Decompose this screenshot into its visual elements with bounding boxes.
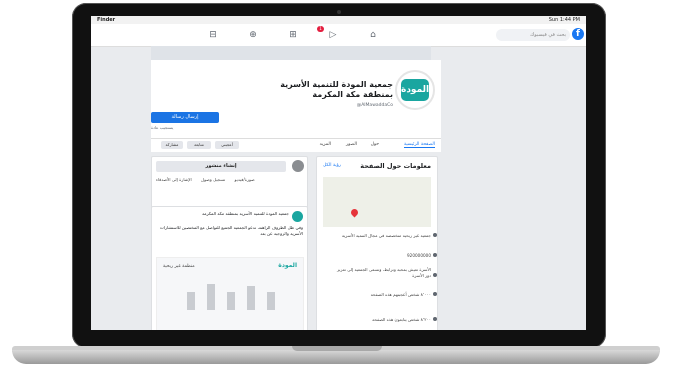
post-image-logo: المودة xyxy=(278,262,297,269)
notification-badge: 1 xyxy=(317,26,324,32)
post-image-label: منظمة غير ربحية xyxy=(163,264,195,269)
cover-photo xyxy=(151,46,431,60)
about-mission: الأسرة تعيش بمحبة وترابط، وتسعى الجمعية … xyxy=(331,267,437,278)
video-icon[interactable]: ▷ xyxy=(327,29,339,41)
post-author[interactable]: جمعية المودة للتنمية الأسرية بمنطقة مكة … xyxy=(169,211,289,216)
facebook-nav: ⊟ ⊕ ⊞ ▷ 1 ⌂ بحث في فيسبوك f xyxy=(91,24,586,47)
groups-icon[interactable]: ⊕ xyxy=(247,29,259,41)
tag-friends-option[interactable]: الإشارة إلى الأصدقاء xyxy=(156,177,192,182)
info-icon xyxy=(433,233,437,237)
about-description: جمعية غير ربحية متخصصة في مجال التنمية ا… xyxy=(331,233,437,239)
post-image[interactable]: المودة منظمة غير ربحية xyxy=(156,257,304,330)
create-post-button[interactable]: إنشاء منشور xyxy=(156,161,286,172)
post-avatar[interactable] xyxy=(292,211,303,222)
screen: Finder Sun 1:44 PM ⊟ ⊕ ⊞ ▷ 1 ⌂ بحث في في… xyxy=(91,16,586,330)
phone-icon xyxy=(433,253,437,257)
tab-about[interactable]: حول xyxy=(371,142,379,147)
follow-button[interactable]: متابعة xyxy=(187,141,211,149)
like-icon xyxy=(433,292,437,296)
about-followers: ٨٬٢٠٠ شخص يتابعون هذه الصفحة xyxy=(331,317,437,323)
search-input[interactable]: بحث في فيسبوك xyxy=(496,29,570,41)
image-figure xyxy=(207,284,215,310)
info-icon xyxy=(433,272,437,277)
page-header: المودة جمعية المودة للتنمية الأسرية بمنط… xyxy=(151,60,441,138)
map-pin-icon xyxy=(349,207,360,218)
image-figure xyxy=(247,286,255,310)
post-text: وفي ظل الظروف الراهنة، تدعو الجمعية الجم… xyxy=(159,225,303,236)
page-title: جمعية المودة للتنمية الأسرية بمنطقة مكة … xyxy=(280,80,393,99)
about-title: معلومات حول الصفحة xyxy=(360,162,431,170)
image-figure xyxy=(267,292,275,310)
menubar-app[interactable]: Finder xyxy=(97,17,115,23)
image-figure xyxy=(187,292,195,310)
tab-home[interactable]: الصفحة الرئيسية xyxy=(403,142,435,148)
about-card: معلومات حول الصفحة رؤية الكل جمعية غير ر… xyxy=(316,156,438,330)
menubar-status: Sun 1:44 PM xyxy=(548,17,580,23)
send-message-button[interactable]: إرسال رسالة xyxy=(151,112,219,123)
post-card: جمعية المودة للتنمية الأسرية بمنطقة مكة … xyxy=(151,206,308,330)
page-avatar[interactable]: المودة xyxy=(395,70,435,110)
camera xyxy=(337,10,341,14)
response-note: يستجيب عادة xyxy=(151,125,174,130)
create-post-options: صورة/فيديو تسجيل وصول الإشارة إلى الأصدق… xyxy=(156,177,306,182)
page-handle[interactable]: @AlMawaddaCo xyxy=(263,103,393,108)
about-likes: ٨٬٠٠٠ شخص أعجبتهم هذه الصفحة xyxy=(331,292,437,298)
see-all-link[interactable]: رؤية الكل xyxy=(323,163,341,168)
watch-icon[interactable]: ⊟ xyxy=(207,29,219,41)
check-in-option[interactable]: تسجيل وصول xyxy=(201,177,225,182)
tab-photos[interactable]: الصور xyxy=(346,142,357,147)
page-logo: المودة xyxy=(401,79,429,101)
location-map[interactable] xyxy=(323,177,431,227)
laptop-base xyxy=(12,350,660,364)
page-tabs: الصفحة الرئيسية حول الصور المزيد أعجبني … xyxy=(151,138,441,152)
marketplace-icon[interactable]: ⊞ xyxy=(287,29,299,41)
about-phone[interactable]: 920000000 xyxy=(331,253,437,259)
tab-more[interactable]: المزيد xyxy=(320,142,331,147)
facebook-logo-icon[interactable]: f xyxy=(572,28,584,40)
share-button[interactable]: مشاركة xyxy=(161,141,183,149)
image-figure xyxy=(227,292,235,310)
menu-bar: Finder Sun 1:44 PM xyxy=(91,16,586,24)
photo-video-option[interactable]: صورة/فيديو xyxy=(235,177,255,182)
laptop-notch xyxy=(292,346,382,351)
follow-icon xyxy=(433,317,437,321)
user-avatar xyxy=(292,160,304,172)
like-button[interactable]: أعجبني xyxy=(215,141,239,149)
home-icon[interactable]: ⌂ xyxy=(367,29,379,41)
